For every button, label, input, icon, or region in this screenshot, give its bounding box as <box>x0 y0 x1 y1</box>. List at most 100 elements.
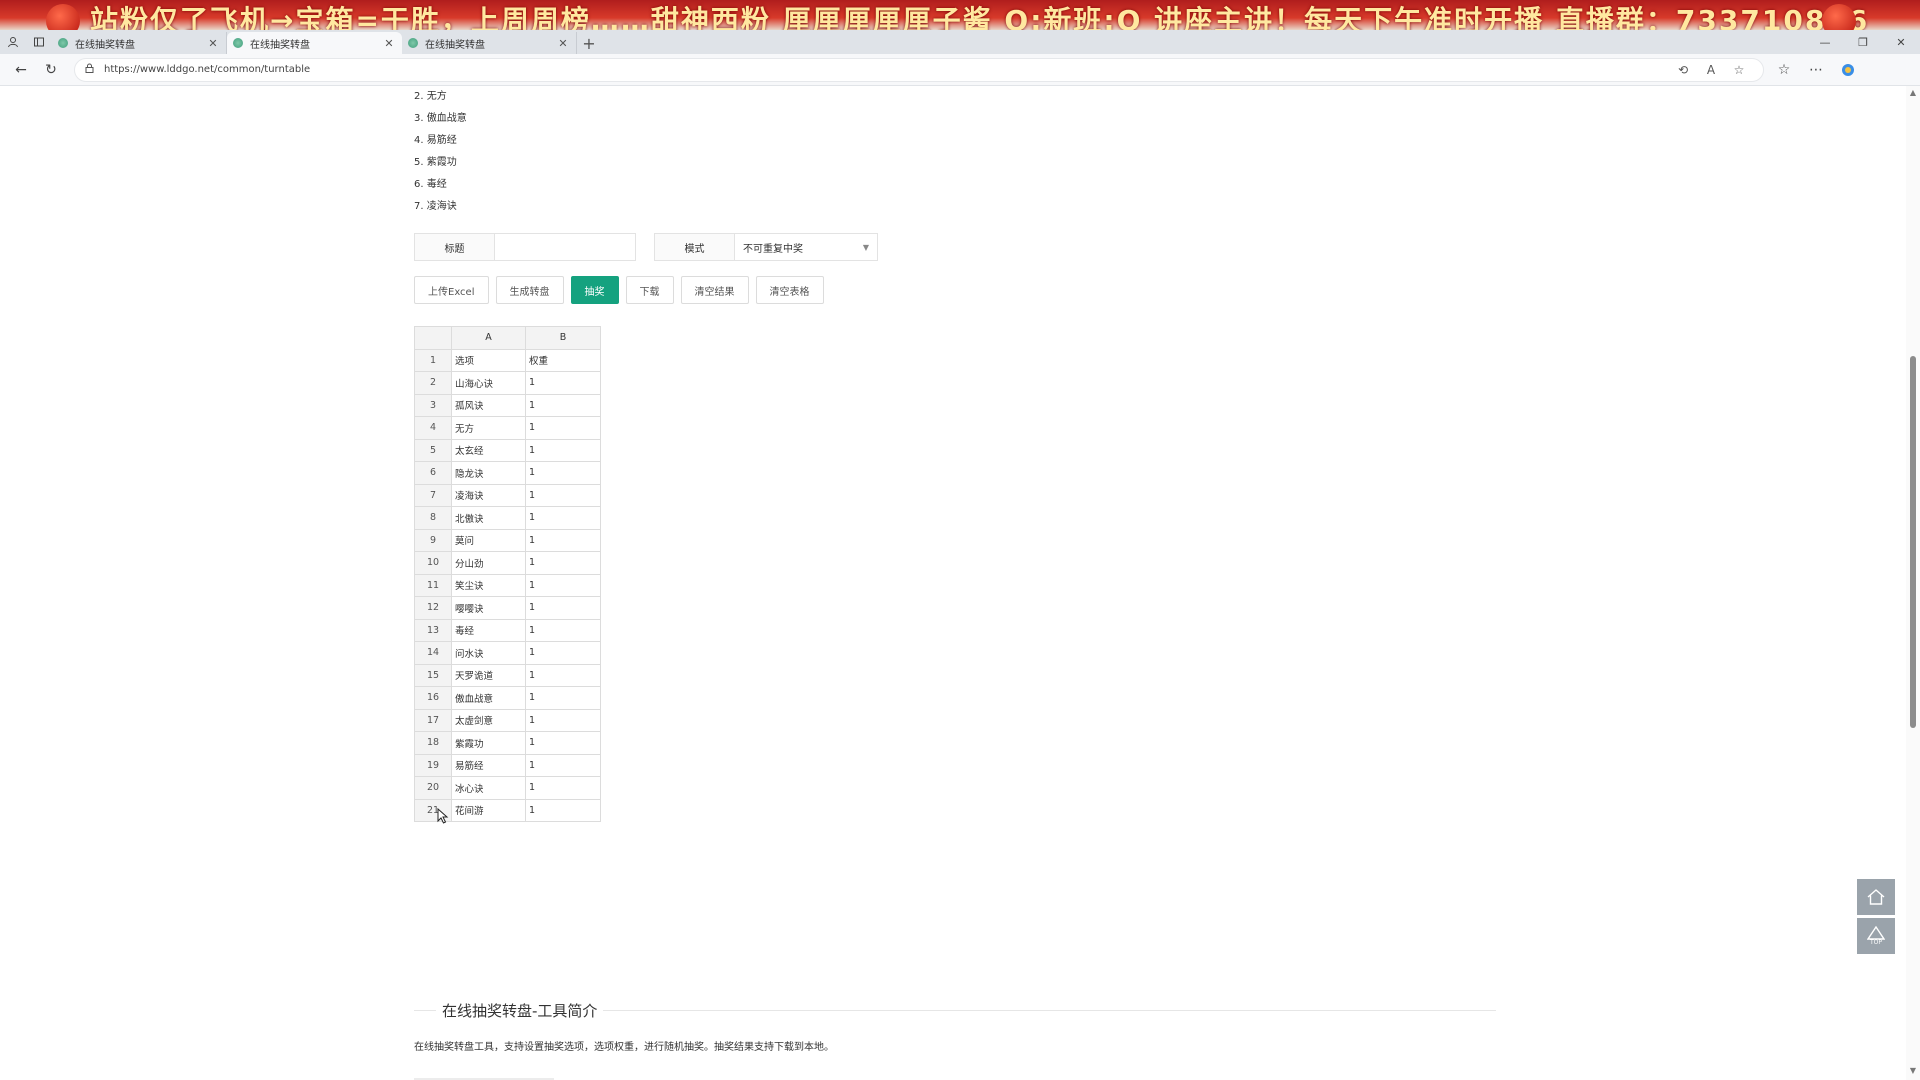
generate-wheel-button[interactable]: 生成转盘 <box>495 276 564 304</box>
weight-cell[interactable]: 权重 <box>525 348 601 372</box>
option-cell[interactable]: 天罗诡道 <box>451 663 526 687</box>
close-icon[interactable]: ✕ <box>206 37 220 50</box>
row-header[interactable]: 15 <box>414 663 452 687</box>
option-cell[interactable]: 紫霞功 <box>451 731 526 755</box>
row-header[interactable]: 11 <box>414 573 452 597</box>
minimize-icon[interactable]: — <box>1806 30 1844 54</box>
option-cell[interactable]: 隐龙诀 <box>451 461 526 485</box>
upload-excel-button[interactable]: 上传Excel <box>414 276 489 304</box>
translate-icon[interactable]: ⟲ <box>1669 63 1697 77</box>
option-cell[interactable]: 孤风诀 <box>451 393 526 417</box>
row-header[interactable]: 5 <box>414 438 452 462</box>
row-header[interactable]: 12 <box>414 596 452 620</box>
row-header[interactable]: 6 <box>414 461 452 485</box>
scroll-down-icon[interactable]: ▼ <box>1906 1066 1920 1078</box>
scroll-thumb[interactable] <box>1910 356 1916 728</box>
row-header[interactable]: 14 <box>414 641 452 665</box>
mode-select[interactable]: 不可重复中奖 ▼ <box>735 234 877 260</box>
weight-cell[interactable]: 1 <box>525 506 601 530</box>
weight-cell[interactable]: 1 <box>525 618 601 642</box>
tab-turntable-2[interactable]: 在线抽奖转盘 ✕ <box>227 32 402 54</box>
corner-cell[interactable] <box>414 326 452 350</box>
refresh-icon[interactable]: ↻ <box>36 56 66 84</box>
weight-cell[interactable]: 1 <box>525 573 601 597</box>
weight-cell[interactable]: 1 <box>525 753 601 777</box>
option-cell[interactable]: 傲血战意 <box>451 686 526 710</box>
weight-cell[interactable]: 1 <box>525 641 601 665</box>
row-header[interactable]: 10 <box>414 551 452 575</box>
option-cell[interactable]: 易筋经 <box>451 753 526 777</box>
profile-icon[interactable] <box>0 30 26 54</box>
column-header[interactable]: B <box>525 326 601 350</box>
option-cell[interactable]: 嘤嘤诀 <box>451 596 526 620</box>
tab-turntable-1[interactable]: 在线抽奖转盘 ✕ <box>52 32 227 54</box>
row-header[interactable]: 1 <box>414 348 452 372</box>
title-input[interactable] <box>495 234 635 260</box>
download-button[interactable]: 下载 <box>625 276 674 304</box>
close-window-icon[interactable]: ✕ <box>1882 30 1920 54</box>
draw-button[interactable]: 抽奖 <box>570 276 619 304</box>
back-to-top-button[interactable]: TOP <box>1857 918 1895 954</box>
url-text[interactable]: https://www.lddgo.net/common/turntable <box>104 64 1669 75</box>
scroll-up-icon[interactable]: ▲ <box>1906 88 1920 100</box>
option-cell[interactable]: 毒经 <box>451 618 526 642</box>
row-header[interactable]: 7 <box>414 483 452 507</box>
weight-cell[interactable]: 1 <box>525 776 601 800</box>
clear-results-button[interactable]: 清空结果 <box>680 276 749 304</box>
row-header[interactable]: 17 <box>414 708 452 732</box>
option-cell[interactable]: 笑尘诀 <box>451 573 526 597</box>
row-header[interactable]: 4 <box>414 416 452 440</box>
option-cell[interactable]: 选项 <box>451 348 526 372</box>
tab-turntable-3[interactable]: 在线抽奖转盘 ✕ <box>402 32 577 54</box>
weight-cell[interactable]: 1 <box>525 551 601 575</box>
row-header[interactable]: 16 <box>414 686 452 710</box>
option-cell[interactable]: 分山劲 <box>451 551 526 575</box>
row-header[interactable]: 3 <box>414 393 452 417</box>
weight-cell[interactable]: 1 <box>525 686 601 710</box>
option-cell[interactable]: 问水诀 <box>451 641 526 665</box>
copilot-icon[interactable] <box>1832 56 1864 84</box>
option-cell[interactable]: 冰心诀 <box>451 776 526 800</box>
weight-cell[interactable]: 1 <box>525 798 601 822</box>
weight-cell[interactable]: 1 <box>525 461 601 485</box>
option-cell[interactable]: 莫问 <box>451 528 526 552</box>
row-header[interactable]: 20 <box>414 776 452 800</box>
more-menu-icon[interactable]: ⋯ <box>1800 56 1832 84</box>
read-aloud-icon[interactable]: A <box>1697 63 1725 77</box>
option-cell[interactable]: 凌海诀 <box>451 483 526 507</box>
clear-table-button[interactable]: 清空表格 <box>755 276 824 304</box>
address-bar[interactable]: https://www.lddgo.net/common/turntable ⟲… <box>74 57 1764 82</box>
option-cell[interactable]: 太虚剑意 <box>451 708 526 732</box>
page-scrollbar[interactable]: ▲ ▼ <box>1906 86 1920 1080</box>
new-tab-button[interactable]: + <box>577 32 601 54</box>
weight-cell[interactable]: 1 <box>525 731 601 755</box>
row-header[interactable]: 19 <box>414 753 452 777</box>
weight-cell[interactable]: 1 <box>525 708 601 732</box>
option-cell[interactable]: 花间游 <box>451 798 526 822</box>
home-button[interactable] <box>1857 879 1895 915</box>
favorites-icon[interactable]: ☆ <box>1768 56 1800 84</box>
star-icon[interactable]: ☆ <box>1725 63 1753 77</box>
row-header[interactable]: 8 <box>414 506 452 530</box>
weight-cell[interactable]: 1 <box>525 371 601 395</box>
option-cell[interactable]: 无方 <box>451 416 526 440</box>
tab-actions-icon[interactable] <box>26 30 52 54</box>
weight-cell[interactable]: 1 <box>525 438 601 462</box>
restore-icon[interactable]: ❐ <box>1844 30 1882 54</box>
column-header[interactable]: A <box>451 326 526 350</box>
weight-cell[interactable]: 1 <box>525 483 601 507</box>
close-icon[interactable]: ✕ <box>556 37 570 50</box>
option-cell[interactable]: 太玄经 <box>451 438 526 462</box>
weight-cell[interactable]: 1 <box>525 416 601 440</box>
back-arrow-icon[interactable]: ← <box>6 56 36 84</box>
row-header[interactable]: 9 <box>414 528 452 552</box>
weight-cell[interactable]: 1 <box>525 393 601 417</box>
row-header[interactable]: 18 <box>414 731 452 755</box>
weight-cell[interactable]: 1 <box>525 596 601 620</box>
option-cell[interactable]: 山海心诀 <box>451 371 526 395</box>
close-icon[interactable]: ✕ <box>382 37 396 50</box>
option-cell[interactable]: 北傲诀 <box>451 506 526 530</box>
row-header[interactable]: 13 <box>414 618 452 642</box>
lock-icon[interactable] <box>85 63 94 76</box>
weight-cell[interactable]: 1 <box>525 528 601 552</box>
